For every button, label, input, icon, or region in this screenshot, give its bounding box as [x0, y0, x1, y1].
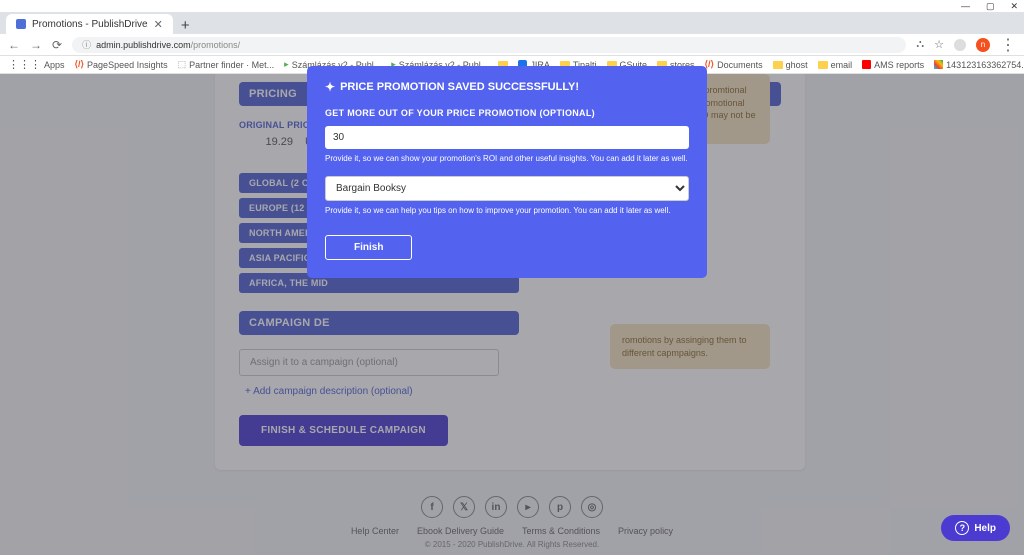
promotion-roi-input[interactable]	[325, 126, 689, 149]
bookmark-documents[interactable]: ⟨/⟩Documents	[705, 59, 763, 70]
bookmark-partner-finder[interactable]: ⬚Partner finder · Met...	[178, 59, 275, 70]
tab-close-icon[interactable]: ✕	[154, 18, 163, 31]
roi-help-text: Provide it, so we can show your promotio…	[325, 154, 689, 164]
modal-subtitle: GET MORE OUT OF YOUR PRICE PROMOTION (OP…	[325, 108, 689, 118]
star-icon: ✦	[325, 80, 335, 94]
url-field[interactable]: ⓘ admin.publishdrive.com/promotions/	[72, 37, 906, 53]
browser-tabs: Promotions - PublishDrive ✕ +	[0, 12, 1024, 34]
bookmark-ghost[interactable]: ghost	[773, 60, 808, 70]
source-help-text: Provide it, so we can help you tips on h…	[325, 206, 689, 216]
apps-button[interactable]: ⋮⋮⋮Apps	[8, 58, 65, 71]
window-maximize[interactable]: ▢	[986, 1, 995, 12]
menu-icon[interactable]: ⋮	[1000, 35, 1016, 55]
translate-icon[interactable]: ⛬	[916, 38, 924, 51]
modal-finish-button[interactable]: Finish	[325, 235, 412, 260]
success-modal: ✦ PRICE PROMOTION SAVED SUCCESSFULLY! GE…	[307, 66, 707, 278]
star-icon[interactable]: ☆	[934, 38, 944, 51]
promotion-source-select[interactable]: Bargain Booksy	[325, 176, 689, 201]
window-minimize[interactable]: —	[961, 1, 970, 11]
help-widget[interactable]: ? Help	[941, 515, 1010, 541]
url-host: admin.publishdrive.com	[96, 40, 191, 50]
modal-title-text: PRICE PROMOTION SAVED SUCCESSFULLY!	[340, 81, 579, 93]
bookmark-num[interactable]: 143123163362754...	[934, 60, 1024, 70]
new-tab-button[interactable]: +	[173, 17, 198, 34]
forward-icon[interactable]: →	[30, 38, 42, 52]
bookmark-pagespeed[interactable]: ⟨/⟩PageSpeed Insights	[75, 59, 168, 70]
incognito-icon[interactable]	[954, 39, 966, 51]
window-close[interactable]: ✕	[1010, 1, 1018, 12]
browser-tab-active[interactable]: Promotions - PublishDrive ✕	[6, 14, 173, 34]
back-icon[interactable]: ←	[8, 38, 20, 52]
reload-icon[interactable]: ⟳	[52, 38, 62, 52]
profile-avatar[interactable]: n	[976, 38, 990, 52]
tab-title: Promotions - PublishDrive	[32, 19, 148, 30]
url-path: /promotions/	[191, 40, 241, 50]
bookmark-email[interactable]: email	[818, 60, 853, 70]
address-bar: ← → ⟳ ⓘ admin.publishdrive.com/promotion…	[0, 34, 1024, 56]
help-icon: ?	[955, 521, 969, 535]
bookmark-ams[interactable]: AMS reports	[862, 60, 924, 70]
favicon	[16, 19, 26, 29]
